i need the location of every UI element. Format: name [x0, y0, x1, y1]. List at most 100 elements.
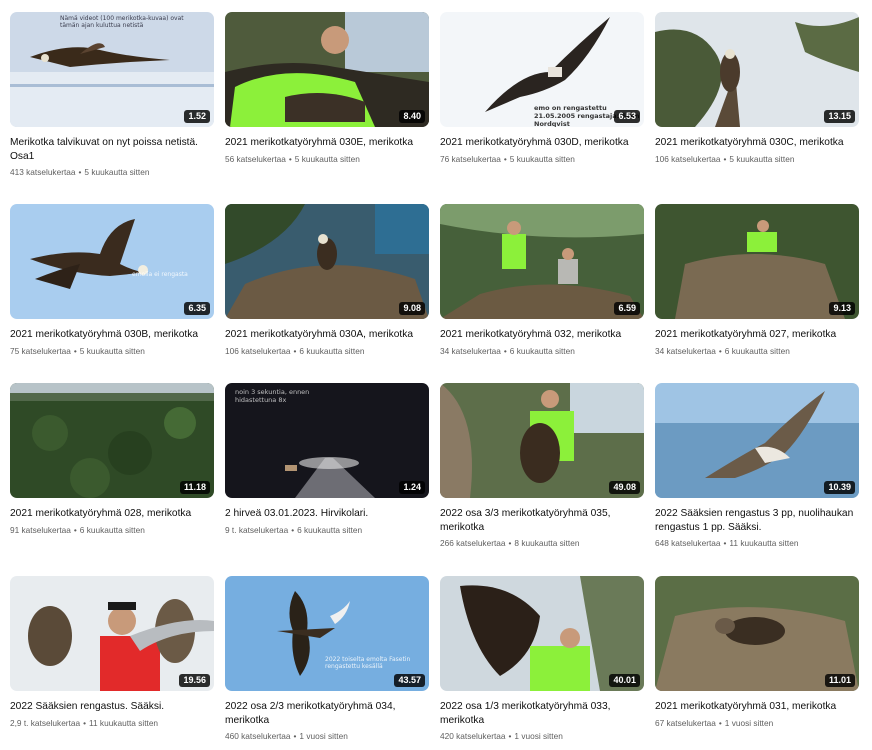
video-thumbnail[interactable]: 6.59 — [440, 204, 644, 319]
video-title[interactable]: Merikotka talvikuvat on nyt poissa netis… — [10, 136, 214, 163]
upload-age: 6 kuukautta sitten — [509, 345, 575, 356]
video-thumbnail[interactable]: 8.40 — [225, 12, 429, 127]
video-title[interactable]: 2022 osa 1/3 merikotkatyöryhmä 033, meri… — [440, 700, 644, 727]
video-title[interactable]: 2021 merikotkatyöryhmä 032, merikotka — [440, 328, 644, 342]
upload-age: 6 kuukautta sitten — [297, 524, 363, 535]
eagle-nest-image — [225, 204, 429, 319]
video-thumbnail[interactable]: 2022 toiselta emolta Fasetin rengastettu… — [225, 576, 429, 691]
overlay-caption: Nämä videot (100 merikotka-kuvaa) ovat t… — [60, 15, 184, 30]
duration-badge: 10.39 — [824, 481, 855, 494]
view-count: 266 katselukertaa — [440, 538, 506, 548]
duration-badge: 9.13 — [829, 302, 855, 315]
separator-dot: • — [73, 345, 77, 356]
duration-badge: 1.52 — [184, 110, 210, 123]
upload-age: 11 kuukautta sitten — [89, 717, 159, 728]
video-thumbnail[interactable]: 11.01 — [655, 576, 859, 691]
video-meta: 91 katselukertaa • 6 kuukautta sitten — [10, 525, 214, 536]
video-meta: 76 katselukertaa • 5 kuukautta sitten — [440, 154, 644, 165]
video-title[interactable]: 2021 merikotkatyöryhmä 030E, merikotka — [225, 136, 429, 150]
video-title[interactable]: 2022 osa 3/3 merikotkatyöryhmä 035, meri… — [440, 507, 644, 534]
video-card[interactable]: 49.08 2022 osa 3/3 merikotkatyöryhmä 035… — [440, 383, 644, 549]
overlay-caption: 2022 toiselta emolta Fasetin rengastettu… — [325, 656, 411, 671]
video-title[interactable]: 2021 merikotkatyöryhmä 031, merikotka — [655, 700, 859, 714]
video-thumbnail[interactable]: 40.01 — [440, 576, 644, 691]
separator-dot: • — [718, 345, 722, 356]
video-card[interactable]: 10.39 2022 Sääksien rengastus 3 pp, nuol… — [655, 383, 859, 549]
video-thumbnail[interactable]: Nämä videot (100 merikotka-kuvaa) ovat t… — [10, 12, 214, 127]
video-title[interactable]: 2021 merikotkatyöryhmä 030B, merikotka — [10, 328, 214, 342]
video-card[interactable]: noin 3 sekuntia, ennen hidastettuna 8x 1… — [225, 383, 429, 536]
video-title[interactable]: 2022 Sääksien rengastus 3 pp, nuolihauka… — [655, 507, 859, 534]
video-title[interactable]: 2 hirveä 03.01.2023. Hirvikolari. — [225, 507, 429, 521]
video-title[interactable]: 2021 merikotkatyöryhmä 030A, merikotka — [225, 328, 429, 342]
separator-dot: • — [291, 524, 295, 535]
view-count: 67 katselukertaa — [655, 717, 716, 728]
view-count: 413 katselukertaa — [10, 167, 76, 177]
video-thumbnail[interactable]: 13.15 — [655, 12, 859, 127]
video-card[interactable]: 13.15 2021 merikotkatyöryhmä 030C, merik… — [655, 12, 859, 165]
video-card[interactable]: emo on rengastettu 21.05.2005 rengastaja… — [440, 12, 644, 165]
video-title[interactable]: 2021 merikotkatyöryhmä 028, merikotka — [10, 507, 214, 521]
video-thumbnail[interactable]: emolla ei rengasta 6.35 — [10, 204, 214, 319]
video-thumbnail[interactable]: 9.08 — [225, 204, 429, 319]
duration-badge: 6.59 — [614, 302, 640, 315]
view-count: 34 katselukertaa — [440, 345, 501, 356]
duration-badge: 40.01 — [609, 674, 640, 687]
video-thumbnail[interactable]: 11.18 — [10, 383, 214, 498]
upload-age: 1 vuosi sitten — [724, 717, 774, 728]
ringer-on-nest-image — [655, 204, 859, 319]
video-thumbnail[interactable]: noin 3 sekuntia, ennen hidastettuna 8x 1… — [225, 383, 429, 498]
video-title[interactable]: 2021 merikotkatyöryhmä 027, merikotka — [655, 328, 859, 342]
duration-badge: 49.08 — [609, 481, 640, 494]
view-count: 648 katselukertaa — [655, 538, 721, 548]
video-meta: 106 katselukertaa • 6 kuukautta sitten — [225, 346, 429, 357]
duration-badge: 1.24 — [399, 481, 425, 494]
video-title[interactable]: 2021 merikotkatyöryhmä 030C, merikotka — [655, 136, 859, 150]
video-card[interactable]: 6.59 2021 merikotkatyöryhmä 032, merikot… — [440, 204, 644, 357]
video-meta: 2,9 t. katselukertaa • 11 kuukautta sitten — [10, 718, 214, 729]
video-card[interactable]: 40.01 2022 osa 1/3 merikotkatyöryhmä 033… — [440, 576, 644, 742]
video-thumbnail[interactable]: 10.39 — [655, 383, 859, 498]
video-meta: 34 katselukertaa • 6 kuukautta sitten — [440, 346, 644, 357]
video-thumbnail[interactable]: 49.08 — [440, 383, 644, 498]
eagle-blue-sky-image — [10, 204, 214, 319]
duration-badge: 19.56 — [179, 674, 210, 687]
video-thumbnail[interactable]: 19.56 — [10, 576, 214, 691]
view-count: 91 katselukertaa — [10, 524, 71, 535]
view-count: 76 katselukertaa — [440, 153, 501, 164]
video-card[interactable]: emolla ei rengasta 6.35 2021 merikotkaty… — [10, 204, 214, 357]
view-count: 2,9 t. katselukertaa — [10, 717, 81, 728]
video-card[interactable]: 8.40 2021 merikotkatyöryhmä 030E, meriko… — [225, 12, 429, 165]
view-count: 9 t. katselukertaa — [225, 524, 289, 535]
separator-dot: • — [83, 717, 87, 728]
view-count: 420 katselukertaa — [440, 731, 506, 741]
video-card[interactable]: 11.01 2021 merikotkatyöryhmä 031, meriko… — [655, 576, 859, 729]
video-title[interactable]: 2021 merikotkatyöryhmä 030D, merikotka — [440, 136, 644, 150]
video-card[interactable]: 11.18 2021 merikotkatyöryhmä 028, meriko… — [10, 383, 214, 536]
video-card[interactable]: 9.08 2021 merikotkatyöryhmä 030A, meriko… — [225, 204, 429, 357]
video-meta: 34 katselukertaa • 6 kuukautta sitten — [655, 346, 859, 357]
overlay-caption: emolla ei rengasta — [132, 271, 188, 278]
video-card[interactable]: 9.13 2021 merikotkatyöryhmä 027, merikot… — [655, 204, 859, 357]
video-thumbnail[interactable]: emo on rengastettu 21.05.2005 rengastaja… — [440, 12, 644, 127]
video-meta: 106 katselukertaa • 5 kuukautta sitten — [655, 154, 859, 165]
video-title[interactable]: 2022 osa 2/3 merikotkatyöryhmä 034, meri… — [225, 700, 429, 727]
upload-age: 1 vuosi sitten — [299, 731, 348, 741]
video-title[interactable]: 2022 Sääksien rengastus. Sääksi. — [10, 700, 214, 714]
video-meta: 9 t. katselukertaa • 6 kuukautta sitten — [225, 525, 429, 536]
duration-badge: 9.08 — [399, 302, 425, 315]
upload-age: 8 kuukautta sitten — [514, 538, 580, 548]
video-card[interactable]: 19.56 2022 Sääksien rengastus. Sääksi. 2… — [10, 576, 214, 729]
video-meta: 56 katselukertaa • 5 kuukautta sitten — [225, 154, 429, 165]
upload-age: 5 kuukautta sitten — [509, 153, 575, 164]
duration-badge: 11.01 — [824, 674, 855, 687]
video-thumbnail[interactable]: 9.13 — [655, 204, 859, 319]
video-card[interactable]: Nämä videot (100 merikotka-kuvaa) ovat t… — [10, 12, 214, 178]
separator-dot: • — [288, 153, 292, 164]
upload-age: 5 kuukautta sitten — [79, 345, 145, 356]
video-card[interactable]: 2022 toiselta emolta Fasetin rengastettu… — [225, 576, 429, 742]
view-count: 34 katselukertaa — [655, 345, 716, 356]
view-count: 56 katselukertaa — [225, 153, 286, 164]
video-meta: 266 katselukertaa • 8 kuukautta sitten — [440, 538, 644, 549]
separator-dot: • — [503, 153, 507, 164]
